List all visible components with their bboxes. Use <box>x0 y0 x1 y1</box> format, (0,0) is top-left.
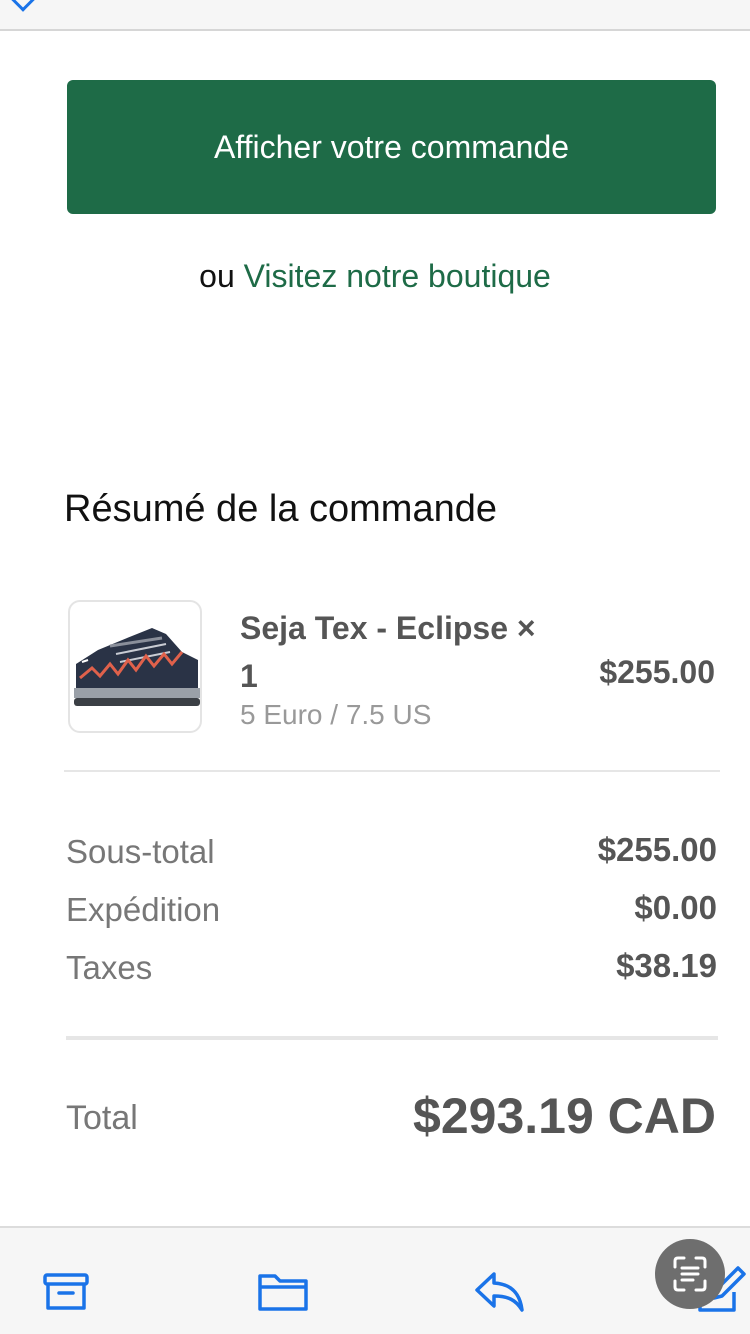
reply-icon[interactable] <box>472 1262 528 1318</box>
total-value: $293.19 CAD <box>413 1088 716 1144</box>
taxes-value: $38.19 <box>616 947 717 984</box>
total-divider <box>66 1036 718 1040</box>
item-divider <box>64 770 720 772</box>
top-navigation-bar <box>0 0 750 31</box>
text-scan-icon[interactable] <box>655 1239 725 1309</box>
shipping-label: Expédition <box>66 891 221 928</box>
shoe-image <box>74 628 200 706</box>
or-text: ou <box>199 258 235 294</box>
archive-icon[interactable] <box>38 1262 94 1318</box>
view-order-button[interactable]: Afficher votre commande <box>67 80 716 214</box>
total-label: Total <box>66 1099 138 1137</box>
subtotal-label: Sous-total <box>66 833 215 870</box>
taxes-label: Taxes <box>66 949 153 986</box>
shipping-value: $0.00 <box>634 889 717 926</box>
product-price: $255.00 <box>599 654 715 690</box>
subtotal-value: $255.00 <box>597 831 717 868</box>
product-variant: 5 Euro / 7.5 US <box>240 699 432 730</box>
visit-store-link[interactable]: Visitez notre boutique <box>244 258 551 294</box>
back-chevron-icon[interactable] <box>10 0 36 12</box>
order-summary-title: Résumé de la commande <box>64 488 497 530</box>
visit-store-line: ou Visitez notre boutique <box>0 258 750 295</box>
bottom-toolbar <box>0 1226 750 1334</box>
folder-icon[interactable] <box>255 1262 311 1318</box>
product-image <box>68 600 202 733</box>
product-name: Seja Tex - Eclipse × 1 <box>240 610 536 694</box>
